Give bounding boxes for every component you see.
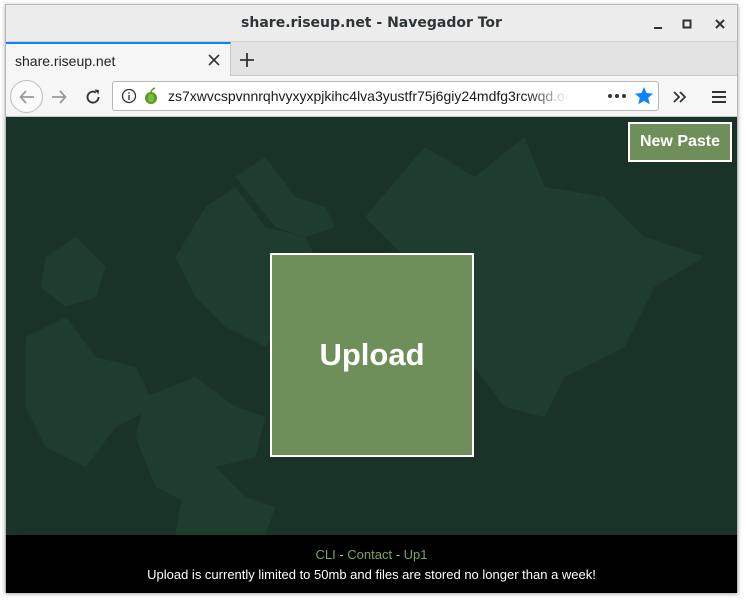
back-button[interactable]: [10, 80, 43, 113]
tab-label: share.riseup.net: [15, 53, 116, 69]
close-icon: [715, 19, 725, 29]
forward-icon: [52, 90, 67, 104]
minimize-icon: [654, 27, 662, 29]
footer-links: CLI - Contact - Up1: [6, 547, 737, 562]
url-bar[interactable]: zs7xwvcspvnnrqhvyxyxpjkihc4lva3yustfr75j…: [112, 81, 659, 111]
separator: -: [395, 547, 404, 562]
upload-dropzone[interactable]: Upload: [270, 253, 474, 457]
cli-link[interactable]: CLI: [315, 547, 335, 562]
minimize-button[interactable]: [647, 13, 669, 35]
maximize-icon: [682, 19, 692, 29]
browser-window: share.riseup.net - Navegador Tor share.r…: [5, 4, 738, 593]
page-footer: CLI - Contact - Up1 Upload is currently …: [6, 535, 737, 593]
tab-close-button[interactable]: [206, 52, 222, 68]
new-paste-button[interactable]: New Paste: [628, 122, 732, 162]
plus-icon: [240, 53, 254, 67]
title-bar: share.riseup.net - Navegador Tor: [6, 5, 737, 42]
up1-link[interactable]: Up1: [404, 547, 428, 562]
reload-icon: [86, 89, 100, 104]
back-icon: [18, 89, 34, 104]
onion-icon: [143, 87, 159, 105]
upload-limit-note: Upload is currently limited to 50mb and …: [147, 567, 596, 582]
contact-link[interactable]: Contact: [347, 547, 392, 562]
forward-button[interactable]: [46, 84, 72, 110]
tab-share-riseup[interactable]: share.riseup.net: [6, 42, 231, 76]
navigation-bar: zs7xwvcspvnnrqhvyxyxpjkihc4lva3yustfr75j…: [6, 76, 737, 117]
reload-button[interactable]: [80, 84, 106, 110]
overflow-icon: [673, 91, 687, 103]
url-text: zs7xwvcspvnnrqhvyxyxpjkihc4lva3yustfr75j…: [168, 88, 568, 104]
overflow-button[interactable]: [667, 84, 693, 110]
menu-button[interactable]: [706, 84, 732, 110]
info-icon[interactable]: [121, 88, 137, 104]
maximize-button[interactable]: [676, 13, 698, 35]
new-tab-button[interactable]: [235, 48, 259, 72]
bookmark-star-icon[interactable]: [633, 85, 655, 107]
upload-label: Upload: [319, 337, 425, 372]
close-window-button[interactable]: [709, 13, 731, 35]
tab-bar: share.riseup.net: [6, 42, 737, 76]
page-content: New Paste Upload: [6, 117, 737, 535]
close-icon: [208, 54, 220, 66]
hamburger-menu-icon: [712, 91, 726, 103]
page-actions-icon[interactable]: [605, 86, 629, 106]
window-title: share.riseup.net - Navegador Tor: [241, 15, 502, 31]
